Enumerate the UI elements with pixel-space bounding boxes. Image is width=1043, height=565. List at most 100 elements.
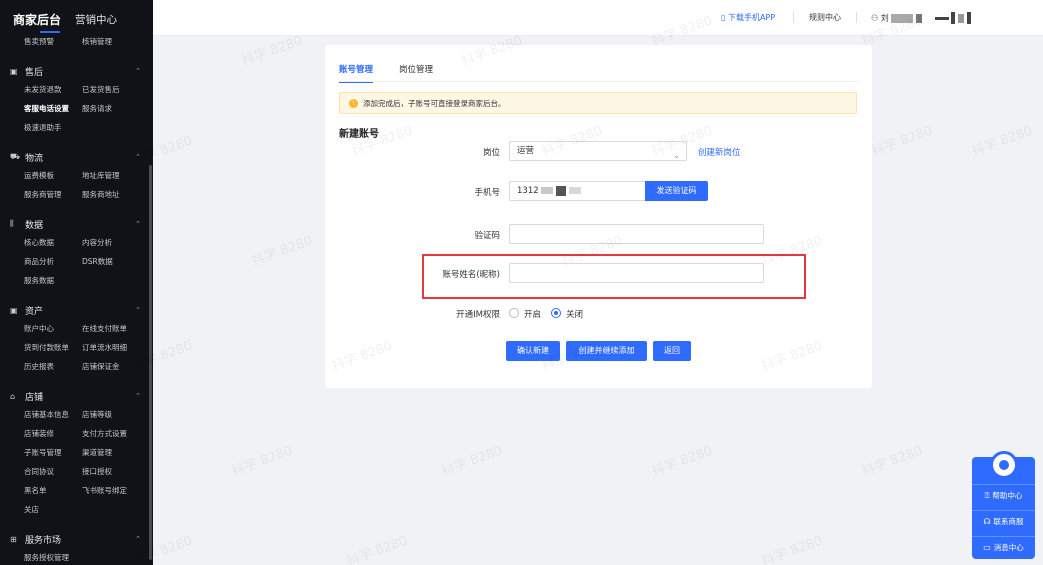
new-account-card: 账号管理 岗位管理 ! 添加完成后，子账号可直接登录商家后台。 新建账号 岗位 …: [325, 45, 872, 388]
sidebar-row: 货到付款账单 订单流水明细: [0, 338, 153, 357]
group-icon: ⫼: [10, 219, 14, 228]
send-code-button[interactable]: 发送验证码: [645, 181, 708, 201]
sidebar-row: 合同协议 接口授权: [0, 462, 153, 481]
chevron-up-icon: ⌃: [135, 392, 141, 400]
back-button[interactable]: 返回: [653, 341, 691, 361]
sidebar-item[interactable]: 服务授权管理: [24, 552, 82, 563]
contact-service-label: 联系商服: [993, 517, 1024, 526]
assistant-avatar-icon[interactable]: [990, 451, 1018, 479]
highlight-box: [422, 254, 806, 299]
chevron-up-icon: ⌃: [135, 220, 141, 228]
tab-position-management[interactable]: 岗位管理: [399, 63, 433, 75]
watermark: 抖字 8280: [970, 123, 1035, 160]
sidebar-group-header[interactable]: ⫼ 数据 ⌃: [0, 215, 153, 233]
sidebar-row: 黑名单 飞书账号绑定: [0, 481, 153, 500]
redacted-name: [934, 16, 949, 20]
im-on-radio[interactable]: [509, 308, 519, 318]
tab-account-management[interactable]: 账号管理: [339, 63, 374, 83]
rules-center-link[interactable]: 规则中心: [809, 12, 841, 23]
headset-icon: ☊: [983, 517, 991, 526]
sidebar-row: 服务授权管理: [0, 548, 153, 565]
help-center-button[interactable]: ⍰ 帮助中心: [972, 484, 1035, 506]
brand-title[interactable]: 商家后台: [13, 11, 61, 28]
sidebar-group-header[interactable]: ▣ 售后 ⌃: [0, 62, 153, 80]
im-off-radio[interactable]: [551, 308, 561, 318]
sidebar-item[interactable]: 服务数据: [24, 275, 82, 286]
sidebar-item[interactable]: 核心数据: [24, 237, 82, 248]
watermark: 抖字 8280: [250, 233, 315, 270]
sidebar-item[interactable]: 售卖预警: [24, 36, 82, 47]
sidebar-row: 关店: [0, 500, 153, 519]
im-permission-label: 开通IM权限: [456, 310, 500, 320]
sidebar-item[interactable]: 渠道管理: [82, 447, 140, 458]
position-value: 运营: [517, 146, 535, 156]
sidebar-item[interactable]: 核销管理: [82, 36, 140, 47]
position-select[interactable]: 运营 ⌄: [509, 141, 687, 161]
sidebar-row: 店铺基本信息 店铺等级: [0, 405, 153, 424]
redacted-phone: [556, 185, 567, 196]
watermark: 抖字 8280: [440, 443, 505, 480]
sidebar-item[interactable]: 店铺装修: [24, 428, 82, 439]
sidebar-group-header[interactable]: ⊞ 服务市场 ⌃: [0, 530, 153, 548]
group-icon: ⛟: [10, 152, 21, 161]
sidebar-item[interactable]: 关店: [24, 504, 82, 515]
sidebar-row: 极速退助手: [0, 118, 153, 137]
sidebar-item[interactable]: 服务商管理: [24, 189, 82, 200]
sidebar-item[interactable]: 货到付款账单: [24, 342, 82, 353]
sidebar-item[interactable]: 合同协议: [24, 466, 82, 477]
im-off-label[interactable]: 关闭: [566, 308, 583, 320]
user-name: 刘: [880, 13, 889, 23]
sidebar-item[interactable]: 客服电话设置: [24, 103, 82, 114]
user-menu[interactable]: ⚇ 刘: [871, 12, 971, 24]
sidebar-scrollbar[interactable]: [149, 165, 152, 560]
redacted-phone: [541, 187, 554, 194]
sidebar-group-header[interactable]: ⌂ 店铺 ⌃: [0, 387, 153, 405]
sidebar-row: 服务商管理 服务商地址: [0, 185, 153, 204]
create-position-link[interactable]: 创建新岗位: [698, 146, 741, 158]
message-center-button[interactable]: ▭ 消息中心: [972, 536, 1035, 558]
create-and-continue-button[interactable]: 创建并继续添加: [566, 341, 647, 361]
marketing-center-tab[interactable]: 营销中心: [75, 12, 117, 27]
sidebar-item[interactable]: 地址库管理: [82, 170, 140, 181]
sidebar-group-title: 售后: [25, 67, 44, 78]
sidebar-row: 售卖预警 核销管理: [0, 32, 153, 51]
phone-value: 1312: [517, 186, 539, 196]
sidebar-item[interactable]: 支付方式设置: [82, 428, 140, 439]
sidebar-item[interactable]: 飞书账号绑定: [82, 485, 140, 496]
sidebar-item[interactable]: 店铺保证金: [82, 361, 140, 372]
sidebar-item[interactable]: 账户中心: [24, 323, 82, 334]
sidebar-item[interactable]: 服务商地址: [82, 189, 140, 200]
sidebar-group-header[interactable]: ⛟ 物流 ⌃: [0, 148, 153, 166]
contact-service-button[interactable]: ☊ 联系商服: [972, 510, 1035, 532]
position-label: 岗位: [482, 148, 500, 158]
phone-input[interactable]: 1312: [509, 181, 645, 201]
im-on-label[interactable]: 开启: [524, 308, 541, 320]
sidebar-item[interactable]: 历史报表: [24, 361, 82, 372]
sidebar-group-header[interactable]: ▣ 资产 ⌃: [0, 301, 153, 319]
sidebar-item[interactable]: 店铺基本信息: [24, 409, 82, 420]
watermark: 抖字 8280: [760, 533, 825, 565]
divider: [856, 12, 857, 23]
sidebar-item[interactable]: 内容分析: [82, 237, 140, 248]
sidebar-item[interactable]: DSR数据: [82, 256, 140, 267]
phone-label: 手机号: [474, 188, 500, 198]
sidebar-item[interactable]: 未发货退款: [24, 84, 82, 95]
message-icon: ▭: [983, 543, 991, 552]
sidebar-item[interactable]: 运费模板: [24, 170, 82, 181]
confirm-create-button[interactable]: 确认新建: [506, 341, 560, 361]
sidebar-item[interactable]: 订单流水明细: [82, 342, 140, 353]
sidebar-item[interactable]: 商品分析: [24, 256, 82, 267]
sidebar-item[interactable]: 接口授权: [82, 466, 140, 477]
sidebar-item[interactable]: 已发货售后: [82, 84, 140, 95]
sidebar-item[interactable]: 子账号管理: [24, 447, 82, 458]
sidebar-item[interactable]: 服务请求: [82, 103, 140, 114]
sidebar-item[interactable]: 极速退助手: [24, 122, 82, 133]
watermark: 抖字 8280: [870, 123, 935, 160]
sidebar-groups: ▣ 售后 ⌃ 未发货退款 已发货售后 客服电话设置 服务请求 极速退助手 ⛟ 物流 ⌃ 运费模板 地址库…: [0, 62, 153, 565]
code-input[interactable]: [509, 224, 764, 244]
sidebar-item[interactable]: 在线支付账单: [82, 323, 140, 334]
sidebar-item[interactable]: 黑名单: [24, 485, 82, 496]
sidebar-item[interactable]: 店铺等级: [82, 409, 140, 420]
download-app-link[interactable]: ▯ 下载手机APP: [721, 12, 775, 23]
redacted-name: [966, 12, 971, 24]
